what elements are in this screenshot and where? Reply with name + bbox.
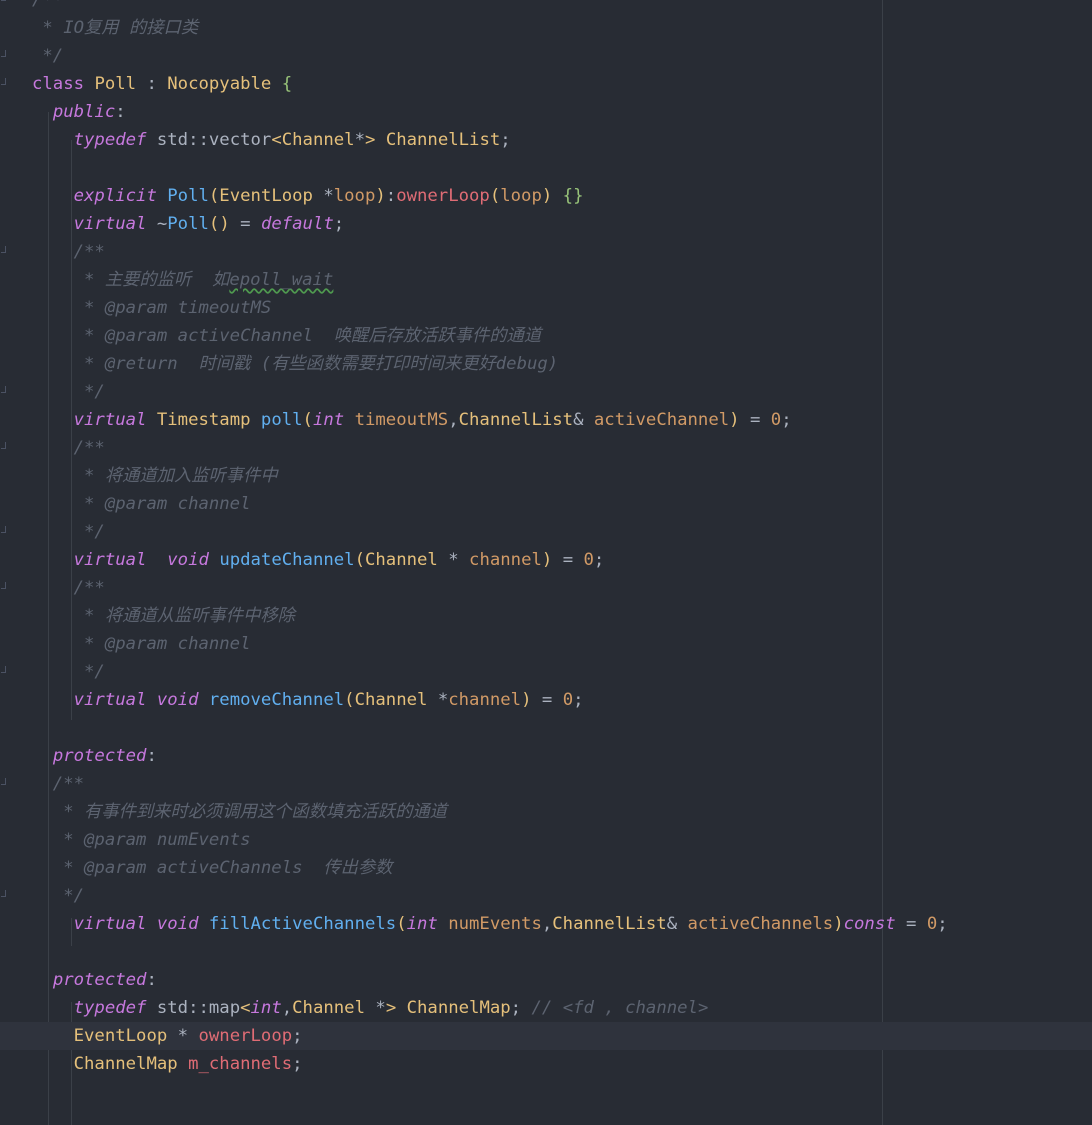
code-line[interactable]: */	[0, 518, 1092, 546]
code-line[interactable]: protected:	[0, 742, 1092, 770]
code-line[interactable]: /**	[0, 0, 1092, 14]
code-text: protected:	[52, 970, 157, 990]
code-text: * 将通道从监听事件中移除	[32, 606, 295, 626]
code-line[interactable]: explicit Poll(EventLoop *loop):ownerLoop…	[0, 182, 1092, 210]
code-line[interactable]: * @param numEvents	[0, 826, 1092, 854]
fold-marker-icon[interactable]	[0, 574, 10, 602]
code-line[interactable]: */	[0, 658, 1092, 686]
code-line[interactable]: class Poll : Nocopyable {	[0, 70, 1092, 98]
code-line[interactable]: virtual ~Poll() = default;	[0, 210, 1092, 238]
code-line[interactable]: /**	[0, 770, 1092, 798]
code-text: explicit Poll(EventLoop *loop):ownerLoop…	[73, 186, 584, 206]
code-line[interactable]: * @return 时间戳 (有些函数需要打印时间来更好debug)	[0, 350, 1092, 378]
code-text: */	[32, 522, 105, 542]
code-line[interactable]: * @param timeoutMS	[0, 294, 1092, 322]
code-line[interactable]: /**	[0, 574, 1092, 602]
code-text: */	[32, 886, 85, 906]
code-text: */	[32, 46, 64, 66]
code-text: virtual Timestamp poll(int timeoutMS,Cha…	[73, 410, 792, 430]
code-text: * @param timeoutMS	[32, 298, 272, 318]
code-line[interactable]	[0, 1078, 1092, 1106]
code-text: class Poll : Nocopyable {	[32, 74, 293, 94]
code-line[interactable]: virtual Timestamp poll(int timeoutMS,Cha…	[0, 406, 1092, 434]
fold-marker-icon[interactable]	[0, 658, 10, 686]
code-text: * @param activeChannels 传出参数	[32, 858, 393, 878]
code-line[interactable]: * 将通道从监听事件中移除	[0, 602, 1092, 630]
code-line[interactable]: * @param activeChannel 唤醒后存放活跃事件的通道	[0, 322, 1092, 350]
code-line[interactable]: * IO复用 的接口类	[0, 14, 1092, 42]
code-text: public:	[52, 102, 126, 122]
code-text: * @return 时间戳 (有些函数需要打印时间来更好debug)	[32, 354, 559, 374]
fold-marker-icon[interactable]	[0, 0, 10, 14]
code-line[interactable]	[0, 938, 1092, 966]
code-line[interactable]: ChannelMap m_channels;	[0, 1050, 1092, 1078]
code-text: /**	[32, 438, 105, 458]
code-text: protected:	[52, 746, 157, 766]
code-line[interactable]: */	[0, 378, 1092, 406]
code-text: * 主要的监听 如epoll_wait	[32, 270, 334, 290]
code-editor[interactable]: /** * IO复用 的接口类 */ class Poll : Nocopyabl…	[0, 0, 1092, 1125]
code-text: * 有事件到来时必须调用这个函数填充活跃的通道	[32, 802, 447, 822]
fold-marker-icon[interactable]	[0, 378, 10, 406]
code-line[interactable]: * @param activeChannels 传出参数	[0, 854, 1092, 882]
code-text: * @param channel	[32, 494, 251, 514]
fold-marker-icon[interactable]	[0, 518, 10, 546]
fold-marker-icon[interactable]	[0, 770, 10, 798]
code-text: /**	[32, 774, 85, 794]
code-line[interactable]: * @param channel	[0, 490, 1092, 518]
code-line[interactable]: typedef std::map<int,Channel *> ChannelM…	[0, 994, 1092, 1022]
fold-marker-icon[interactable]	[0, 70, 10, 98]
code-line[interactable]: */	[0, 882, 1092, 910]
code-text: /**	[32, 578, 105, 598]
code-text: * 将通道加入监听事件中	[32, 466, 278, 486]
code-text: */	[32, 382, 105, 402]
code-text: virtual void fillActiveChannels(int numE…	[73, 914, 948, 934]
code-line[interactable]: * 将通道加入监听事件中	[0, 462, 1092, 490]
fold-marker-icon[interactable]	[0, 238, 10, 266]
code-text: */	[32, 662, 105, 682]
code-text: virtual void updateChannel(Channel * cha…	[73, 550, 605, 570]
code-text: virtual void removeChannel(Channel *chan…	[73, 690, 584, 710]
code-line[interactable]: /**	[0, 434, 1092, 462]
current-code-line[interactable]: EventLoop * ownerLoop;	[0, 1022, 1092, 1050]
code-line[interactable]: protected:	[0, 966, 1092, 994]
code-line[interactable]: virtual void fillActiveChannels(int numE…	[0, 910, 1092, 938]
code-text: /**	[32, 0, 64, 10]
code-text: * IO复用 的接口类	[32, 18, 199, 38]
code-line[interactable]: virtual void updateChannel(Channel * cha…	[0, 546, 1092, 574]
code-text: * @param activeChannel 唤醒后存放活跃事件的通道	[32, 326, 542, 346]
code-line[interactable]: * 有事件到来时必须调用这个函数填充活跃的通道	[0, 798, 1092, 826]
code-text: * @param numEvents	[32, 830, 251, 850]
code-line[interactable]: /**	[0, 238, 1092, 266]
code-text: EventLoop * ownerLoop;	[73, 1026, 303, 1046]
code-text: * @param channel	[32, 634, 251, 654]
code-line[interactable]: virtual void removeChannel(Channel *chan…	[0, 686, 1092, 714]
code-line[interactable]: * 主要的监听 如epoll_wait	[0, 266, 1092, 294]
code-line[interactable]	[0, 714, 1092, 742]
code-text: typedef std::vector<Channel*> ChannelLis…	[73, 130, 511, 150]
code-line[interactable]: typedef std::vector<Channel*> ChannelLis…	[0, 126, 1092, 154]
code-text: typedef std::map<int,Channel *> ChannelM…	[73, 998, 709, 1018]
code-text: ChannelMap m_channels;	[73, 1054, 303, 1074]
code-text: virtual ~Poll() = default;	[73, 214, 345, 234]
code-line[interactable]	[0, 154, 1092, 182]
fold-marker-icon[interactable]	[0, 42, 10, 70]
code-line[interactable]: */	[0, 42, 1092, 70]
fold-marker-icon[interactable]	[0, 434, 10, 462]
code-line[interactable]: * @param channel	[0, 630, 1092, 658]
fold-marker-icon[interactable]	[0, 882, 10, 910]
code-line[interactable]: public:	[0, 98, 1092, 126]
code-text: /**	[32, 242, 105, 262]
